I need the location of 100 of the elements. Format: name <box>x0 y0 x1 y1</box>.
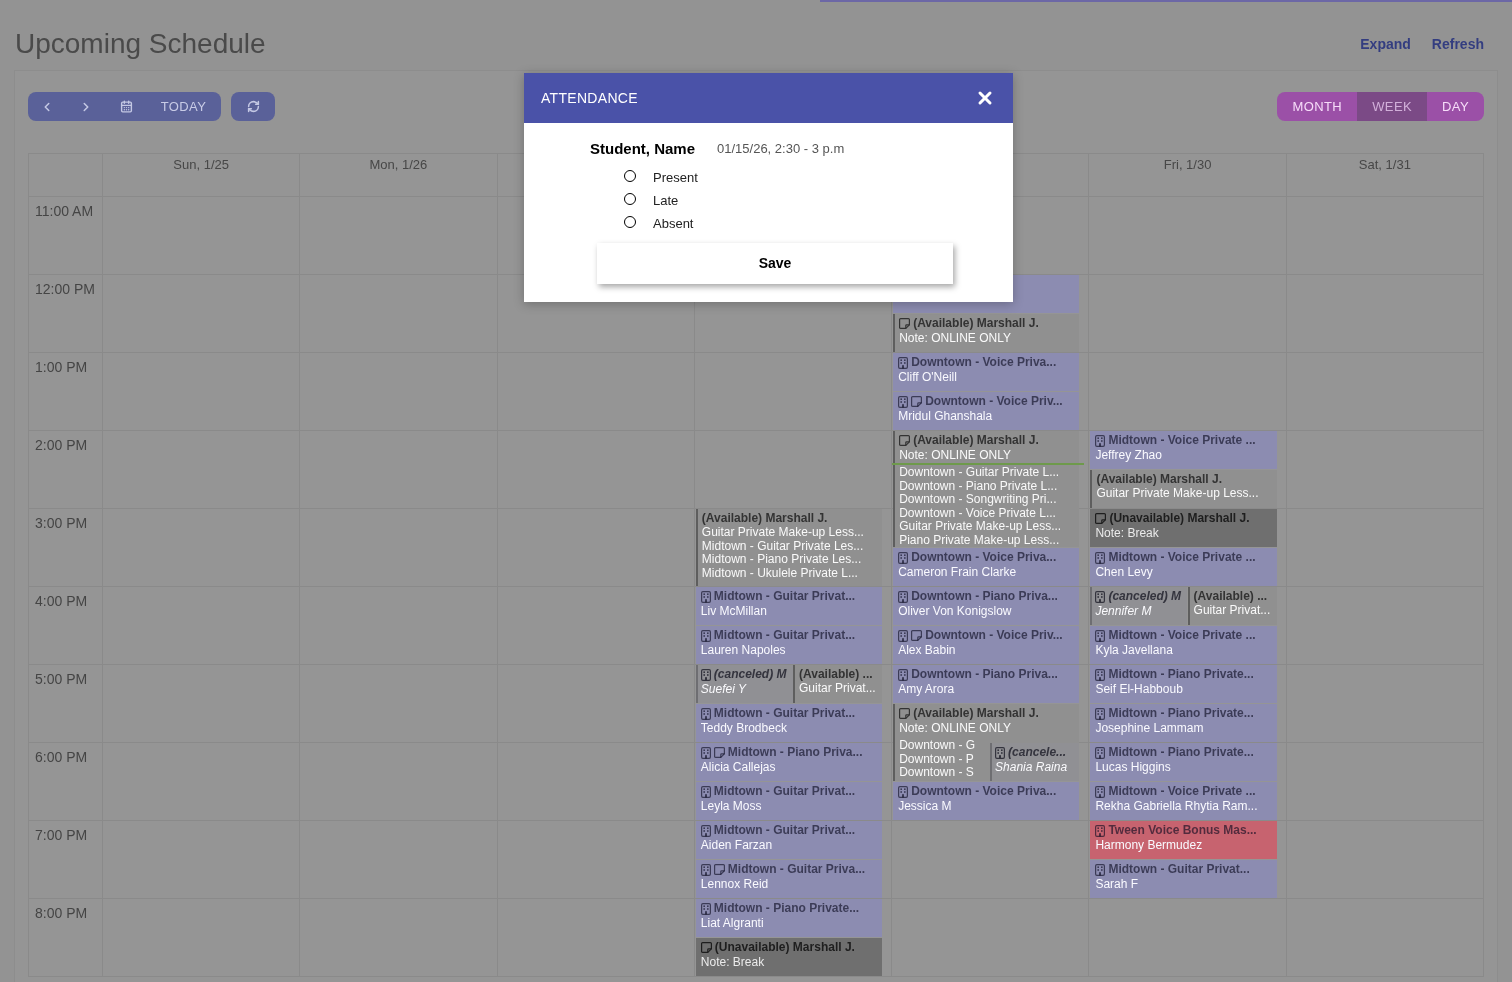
event-title: (Available) Marshall J. <box>913 316 1039 331</box>
event-block[interactable]: Midtown - Voice Private ... Chen Levy <box>1090 548 1277 586</box>
event-block[interactable]: (cancele... Shania Raina <box>990 743 1080 781</box>
building-icon <box>898 590 909 603</box>
lesson-type-text: Downtown - Guitar Private L... <box>899 466 1060 480</box>
event-block[interactable]: (Available) Marshall J. Note: ONLINE ONLY <box>893 314 1080 352</box>
event-block[interactable]: Midtown - Voice Private ... Rekha Gabriella Rhytia Ram... <box>1090 782 1277 820</box>
event-block[interactable]: (canceled) M Jennifer M <box>1090 587 1188 625</box>
student-name: Jennifer M <box>1095 604 1152 619</box>
event-block[interactable]: Midtown - Piano Priva... Alicia Callejas <box>695 743 883 781</box>
event-title: (Available) ... <box>1193 589 1268 604</box>
event-block[interactable]: Midtown - Voice Private ... Kyla Javellana <box>1090 626 1277 664</box>
header-link[interactable]: Refresh <box>1431 33 1484 55</box>
student-name: Seif El-Habboub <box>1095 682 1183 697</box>
event-block[interactable]: Downtown - Piano Priva... Amy Arora <box>893 665 1080 703</box>
event-block[interactable]: Downtown - Piano Priva... Oliver Von Konigslow <box>893 587 1080 625</box>
event-block[interactable]: Midtown - Piano Private... Seif El-Habboub <box>1090 665 1277 703</box>
event-title: Midtown - Guitar Privat... <box>713 628 856 643</box>
event-block[interactable]: Midtown - Guitar Priva... Lennox Reid <box>695 860 883 898</box>
event-block[interactable]: Midtown - Piano Private... Josephine Lammam <box>1090 704 1277 742</box>
lesson-type-text: Guitar Private Make-up Less... <box>899 520 1062 534</box>
today-button[interactable]: TODAY <box>146 92 221 121</box>
event-block[interactable]: Midtown - Guitar Privat... Lauren Napoles <box>695 626 883 664</box>
event-title: Midtown - Voice Private ... <box>1108 433 1256 448</box>
refresh-icon <box>246 100 260 113</box>
event-note: Note: Break <box>700 955 765 970</box>
student-name: Lauren Napoles <box>700 643 786 658</box>
event-title: Downtown - Piano Priva... <box>911 667 1058 682</box>
time-label: 4:00 PM <box>35 593 88 609</box>
event-title: Midtown - Piano Priva... <box>727 745 863 760</box>
building-icon <box>1095 863 1106 876</box>
session-time: 01/15/26, 2:30 - 3 p.m <box>717 140 845 159</box>
event-block[interactable]: (Available) Marshall J. Note: ONLINE ONLY Downtown - G Downtown - P Downtown - S (cancele... Shania Raina <box>893 704 1080 781</box>
student-name: Rekha Gabriella Rhytia Ram... <box>1095 799 1258 814</box>
time-label: 1:00 PM <box>35 359 88 375</box>
student-name: Chen Levy <box>1095 565 1153 580</box>
event-note: Note: ONLINE ONLY <box>899 331 1011 346</box>
event-block[interactable]: Midtown - Guitar Privat... Teddy Brodbeck <box>695 704 883 742</box>
event-title: Midtown - Voice Private ... <box>1108 628 1256 643</box>
refresh-button[interactable] <box>231 92 275 121</box>
event-block[interactable]: (Unavailable) Marshall J. Note: Break <box>1090 509 1277 547</box>
building-icon <box>898 668 909 681</box>
event-title: Midtown - Guitar Privat... <box>713 823 856 838</box>
event-title: Midtown - Guitar Privat... <box>1108 862 1250 877</box>
event-block[interactable]: Downtown - Voice Priva... Cliff O'Neill <box>893 353 1080 391</box>
event-note: Note: ONLINE ONLY <box>899 448 1011 463</box>
building-icon <box>898 629 909 642</box>
building-icon <box>700 629 711 642</box>
building-icon <box>1095 668 1106 681</box>
dialog-title: ATTENDANCE <box>541 88 638 108</box>
event-title: Midtown - Guitar Privat... <box>713 706 856 721</box>
page-title: Upcoming Schedule <box>15 28 266 60</box>
save-button[interactable]: Save <box>597 243 953 284</box>
lesson-type-text: Midtown - Ukulele Private L... <box>701 566 858 581</box>
event-block[interactable]: (Available) ... Guitar Privat... <box>1187 587 1277 625</box>
event-block[interactable]: Downtown - Voice Priv... Mridul Ghanshala <box>893 392 1080 430</box>
event-note: Note: Break <box>1095 526 1159 541</box>
building-icon <box>700 707 711 720</box>
event-title: Downtown - Piano Priva... <box>911 589 1058 604</box>
event-title: Midtown - Piano Private... <box>1108 706 1254 721</box>
event-note: Note: ONLINE ONLY <box>899 721 1011 736</box>
event-block[interactable]: Downtown - Voice Priv... Alex Babin <box>893 626 1080 664</box>
event-block[interactable]: Midtown - Guitar Privat... Aiden Farzan <box>695 821 883 859</box>
student-name: Aiden Farzan <box>700 838 773 853</box>
event-block[interactable]: Downtown - Voice Priva... Jessica M <box>893 782 1080 820</box>
event-block[interactable]: Midtown - Guitar Privat... Sarah F <box>1090 860 1277 898</box>
event-block[interactable] <box>893 431 1080 547</box>
event-title: Midtown - Piano Private... <box>713 901 860 916</box>
building-icon <box>898 551 909 564</box>
event-block[interactable]: (Unavailable) Marshall J. Note: Break <box>695 938 883 976</box>
event-block[interactable]: Tween Voice Bonus Mas... Harmony Bermudez <box>1090 821 1277 859</box>
time-label: 6:00 PM <box>35 749 88 765</box>
event-block[interactable]: Downtown - Voice Priva... Cameron Frain Clarke <box>893 548 1080 586</box>
event-block[interactable]: Midtown - Guitar Privat... Leyla Moss <box>695 782 883 820</box>
view-tab[interactable]: WEEK <box>1357 92 1428 121</box>
lesson-type-text: Downtown - Piano Private L... <box>899 479 1058 494</box>
event-block[interactable]: Midtown - Piano Private... Lucas Higgins <box>1090 743 1277 781</box>
event-title: (Available) Marshall J. <box>913 433 1039 448</box>
event-block[interactable]: (Available) Marshall J. Guitar Private Make-up Less... <box>1090 470 1277 508</box>
event-block[interactable]: (canceled) M Suefei Y <box>695 665 793 703</box>
lesson-type-text: Downtown - Songwriting Pri... <box>899 493 1057 507</box>
student-name: Lennox Reid <box>700 877 769 892</box>
student-name: Kyla Javellana <box>1095 643 1173 658</box>
event-block[interactable]: Midtown - Piano Private... Liat Algranti <box>695 899 883 937</box>
event-title: Midtown - Piano Private... <box>1108 745 1254 760</box>
event-title: Midtown - Guitar Privat... <box>713 784 856 799</box>
view-tab[interactable]: DAY <box>1427 92 1484 121</box>
student-name: Liv McMillan <box>700 604 767 619</box>
building-icon <box>898 395 909 408</box>
event-block[interactable]: Midtown - Voice Private ... Jeffrey Zhao <box>1090 431 1277 469</box>
event-block[interactable]: (Available) Marshall J. Guitar Private Make-up Less... Midtown - Guitar Private Les... Midtown - Piano Private Les... Midtown - Ukulele Private L... <box>695 509 883 586</box>
calendar-icon <box>119 100 133 113</box>
event-title: (cancele... <box>1008 745 1067 760</box>
event-block[interactable]: (Available) ... Guitar Privat... <box>793 665 883 703</box>
view-tab[interactable]: MONTH <box>1277 92 1358 121</box>
building-icon <box>700 902 711 915</box>
student-name: Leyla Moss <box>700 799 762 814</box>
building-icon <box>1095 629 1106 642</box>
event-block[interactable]: Midtown - Guitar Privat... Liv McMillan <box>695 587 883 625</box>
header-link[interactable]: Expand <box>1360 33 1411 55</box>
